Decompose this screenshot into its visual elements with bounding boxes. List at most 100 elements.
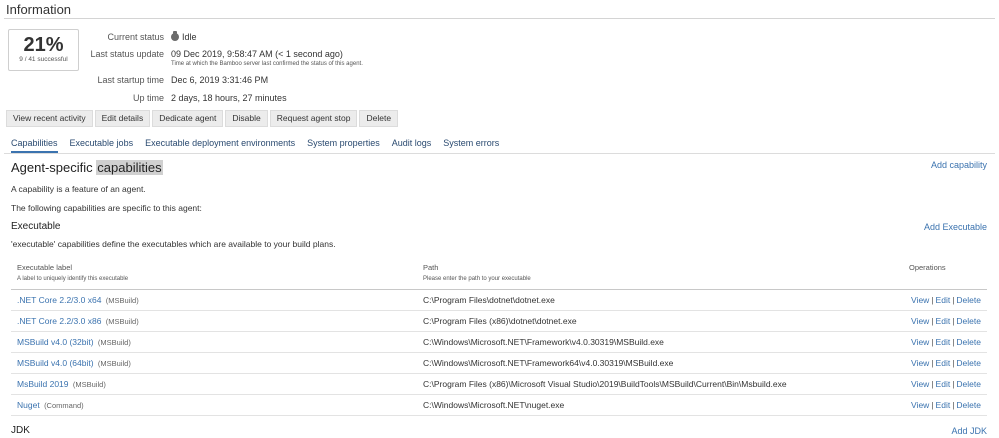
heading-highlight: capabilities (96, 160, 163, 175)
view-link[interactable]: View (911, 316, 929, 326)
table-row: Nuget (Command) C:\Windows\Microsoft.NET… (11, 395, 987, 416)
separator: | (952, 295, 955, 305)
executable-label-link[interactable]: .NET Core 2.2/3.0 x64 (17, 295, 101, 305)
title-divider (4, 18, 995, 19)
separator: | (952, 358, 955, 368)
view-link[interactable]: View (911, 358, 929, 368)
delete-link[interactable]: Delete (956, 295, 981, 305)
status-label-current: Current status (107, 32, 164, 42)
executable-path: C:\Program Files\dotnet\dotnet.exe (423, 295, 555, 305)
delete-link[interactable]: Delete (956, 379, 981, 389)
separator: | (931, 379, 934, 389)
add-executable-link[interactable]: Add Executable (924, 222, 987, 232)
add-jdk-link[interactable]: Add JDK (951, 426, 987, 436)
delete-link[interactable]: Delete (956, 337, 981, 347)
separator: | (931, 400, 934, 410)
tab-executable-jobs[interactable]: Executable jobs (70, 137, 134, 153)
delete-link[interactable]: Delete (956, 316, 981, 326)
view-link[interactable]: View (911, 295, 929, 305)
tab-capabilities[interactable]: Capabilities (11, 137, 58, 153)
table-row: .NET Core 2.2/3.0 x64 (MSBuild) C:\Progr… (11, 290, 987, 311)
tab-audit-logs[interactable]: Audit logs (392, 137, 432, 153)
status-value-last-startup: Dec 6, 2019 3:31:46 PM (171, 75, 269, 85)
tab-system-properties[interactable]: System properties (307, 137, 380, 153)
view-link[interactable]: View (911, 337, 929, 347)
view-link[interactable]: View (911, 379, 929, 389)
request-agent-stop-button[interactable]: Request agent stop (269, 110, 358, 127)
dedicate-agent-button[interactable]: Dedicate agent (152, 110, 224, 127)
executable-type: (MSBuild) (72, 380, 106, 389)
edit-link[interactable]: Edit (936, 316, 951, 326)
tab-divider (4, 153, 995, 154)
success-summary: 9 / 41 successful (19, 56, 68, 63)
capability-intro: A capability is a feature of an agent. (11, 184, 146, 194)
agent-action-bar: View recent activity Edit details Dedica… (6, 110, 399, 127)
executable-path: C:\Windows\Microsoft.NET\Framework64\v4.… (423, 358, 674, 368)
status-value-last-update: 09 Dec 2019, 9:58:47 AM (< 1 second ago) (171, 49, 343, 59)
separator: | (952, 337, 955, 347)
executable-heading: Executable (11, 221, 61, 232)
table-row: MSBuild v4.0 (64bit) (MSBuild) C:\Window… (11, 353, 987, 374)
view-recent-activity-button[interactable]: View recent activity (6, 110, 93, 127)
executable-path: C:\Program Files (x86)\Microsoft Visual … (423, 379, 787, 389)
separator: | (931, 316, 934, 326)
edit-link[interactable]: Edit (936, 295, 951, 305)
status-label-last-startup: Last startup time (97, 75, 164, 85)
executable-type: (Command) (44, 401, 84, 410)
delete-agent-button[interactable]: Delete (359, 110, 399, 127)
executable-label-link[interactable]: MSBuild v4.0 (64bit) (17, 358, 94, 368)
capability-intro-2: The following capabilities are specific … (11, 203, 202, 213)
edit-link[interactable]: Edit (936, 400, 951, 410)
executable-label-link[interactable]: MsBuild 2019 (17, 379, 69, 389)
edit-details-button[interactable]: Edit details (94, 110, 151, 127)
executable-type: (MSBuild) (105, 296, 139, 305)
executable-label-link[interactable]: .NET Core 2.2/3.0 x86 (17, 316, 101, 326)
delete-link[interactable]: Delete (956, 358, 981, 368)
status-value-uptime: 2 days, 18 hours, 27 minutes (171, 93, 287, 103)
executable-type: (MSBuild) (97, 359, 131, 368)
table-row: MsBuild 2019 (MSBuild) C:\Program Files … (11, 374, 987, 395)
edit-link[interactable]: Edit (936, 358, 951, 368)
executable-description: 'executable' capabilities define the exe… (11, 239, 336, 249)
capabilities-heading: Agent-specific capabilities (11, 160, 163, 175)
column-header-path: Path (423, 263, 439, 272)
column-hint-label: A label to uniquely identify this execut… (17, 276, 129, 282)
executable-path: C:\Windows\Microsoft.NET\nuget.exe (423, 400, 565, 410)
separator: | (952, 379, 955, 389)
edit-link[interactable]: Edit (936, 379, 951, 389)
tab-system-errors[interactable]: System errors (443, 137, 499, 153)
tab-executable-deployment-environments[interactable]: Executable deployment environments (145, 137, 295, 153)
jdk-heading: JDK (11, 425, 30, 436)
disable-button[interactable]: Disable (225, 110, 268, 127)
page-title: Information (6, 2, 72, 17)
separator: | (931, 358, 934, 368)
tab-bar: Capabilities Executable jobs Executable … (11, 137, 499, 153)
delete-link[interactable]: Delete (956, 400, 981, 410)
status-note-last-update: Time at which the Bamboo server last con… (171, 61, 363, 67)
success-percent: 21% (23, 34, 64, 56)
executable-type: (MSBuild) (105, 317, 139, 326)
separator: | (931, 295, 934, 305)
executable-path: C:\Program Files (x86)\dotnet\dotnet.exe (423, 316, 577, 326)
executable-label-link[interactable]: MSBuild v4.0 (32bit) (17, 337, 94, 347)
view-link[interactable]: View (911, 400, 929, 410)
column-header-label: Executable label (17, 263, 73, 272)
executable-label-link[interactable]: Nuget (17, 400, 40, 410)
separator: | (952, 316, 955, 326)
status-value-current: Idle (171, 31, 197, 42)
separator: | (931, 337, 934, 347)
column-hint-path: Please enter the path to your executable (423, 276, 531, 282)
executable-path: C:\Windows\Microsoft.NET\Framework\v4.0.… (423, 337, 664, 347)
success-rate-box: 21% 9 / 41 successful (8, 29, 79, 71)
separator: | (952, 400, 955, 410)
column-header-operations: Operations (909, 263, 946, 272)
add-capability-link[interactable]: Add capability (931, 160, 987, 170)
status-label-uptime: Up time (132, 93, 164, 103)
table-row: MSBuild v4.0 (32bit) (MSBuild) C:\Window… (11, 332, 987, 353)
agent-status-icon (171, 31, 179, 41)
table-row: .NET Core 2.2/3.0 x86 (MSBuild) C:\Progr… (11, 311, 987, 332)
edit-link[interactable]: Edit (936, 337, 951, 347)
heading-prefix: Agent-specific (11, 160, 93, 175)
status-label-last-update: Last status update (90, 49, 164, 59)
current-status-text: Idle (182, 32, 197, 42)
